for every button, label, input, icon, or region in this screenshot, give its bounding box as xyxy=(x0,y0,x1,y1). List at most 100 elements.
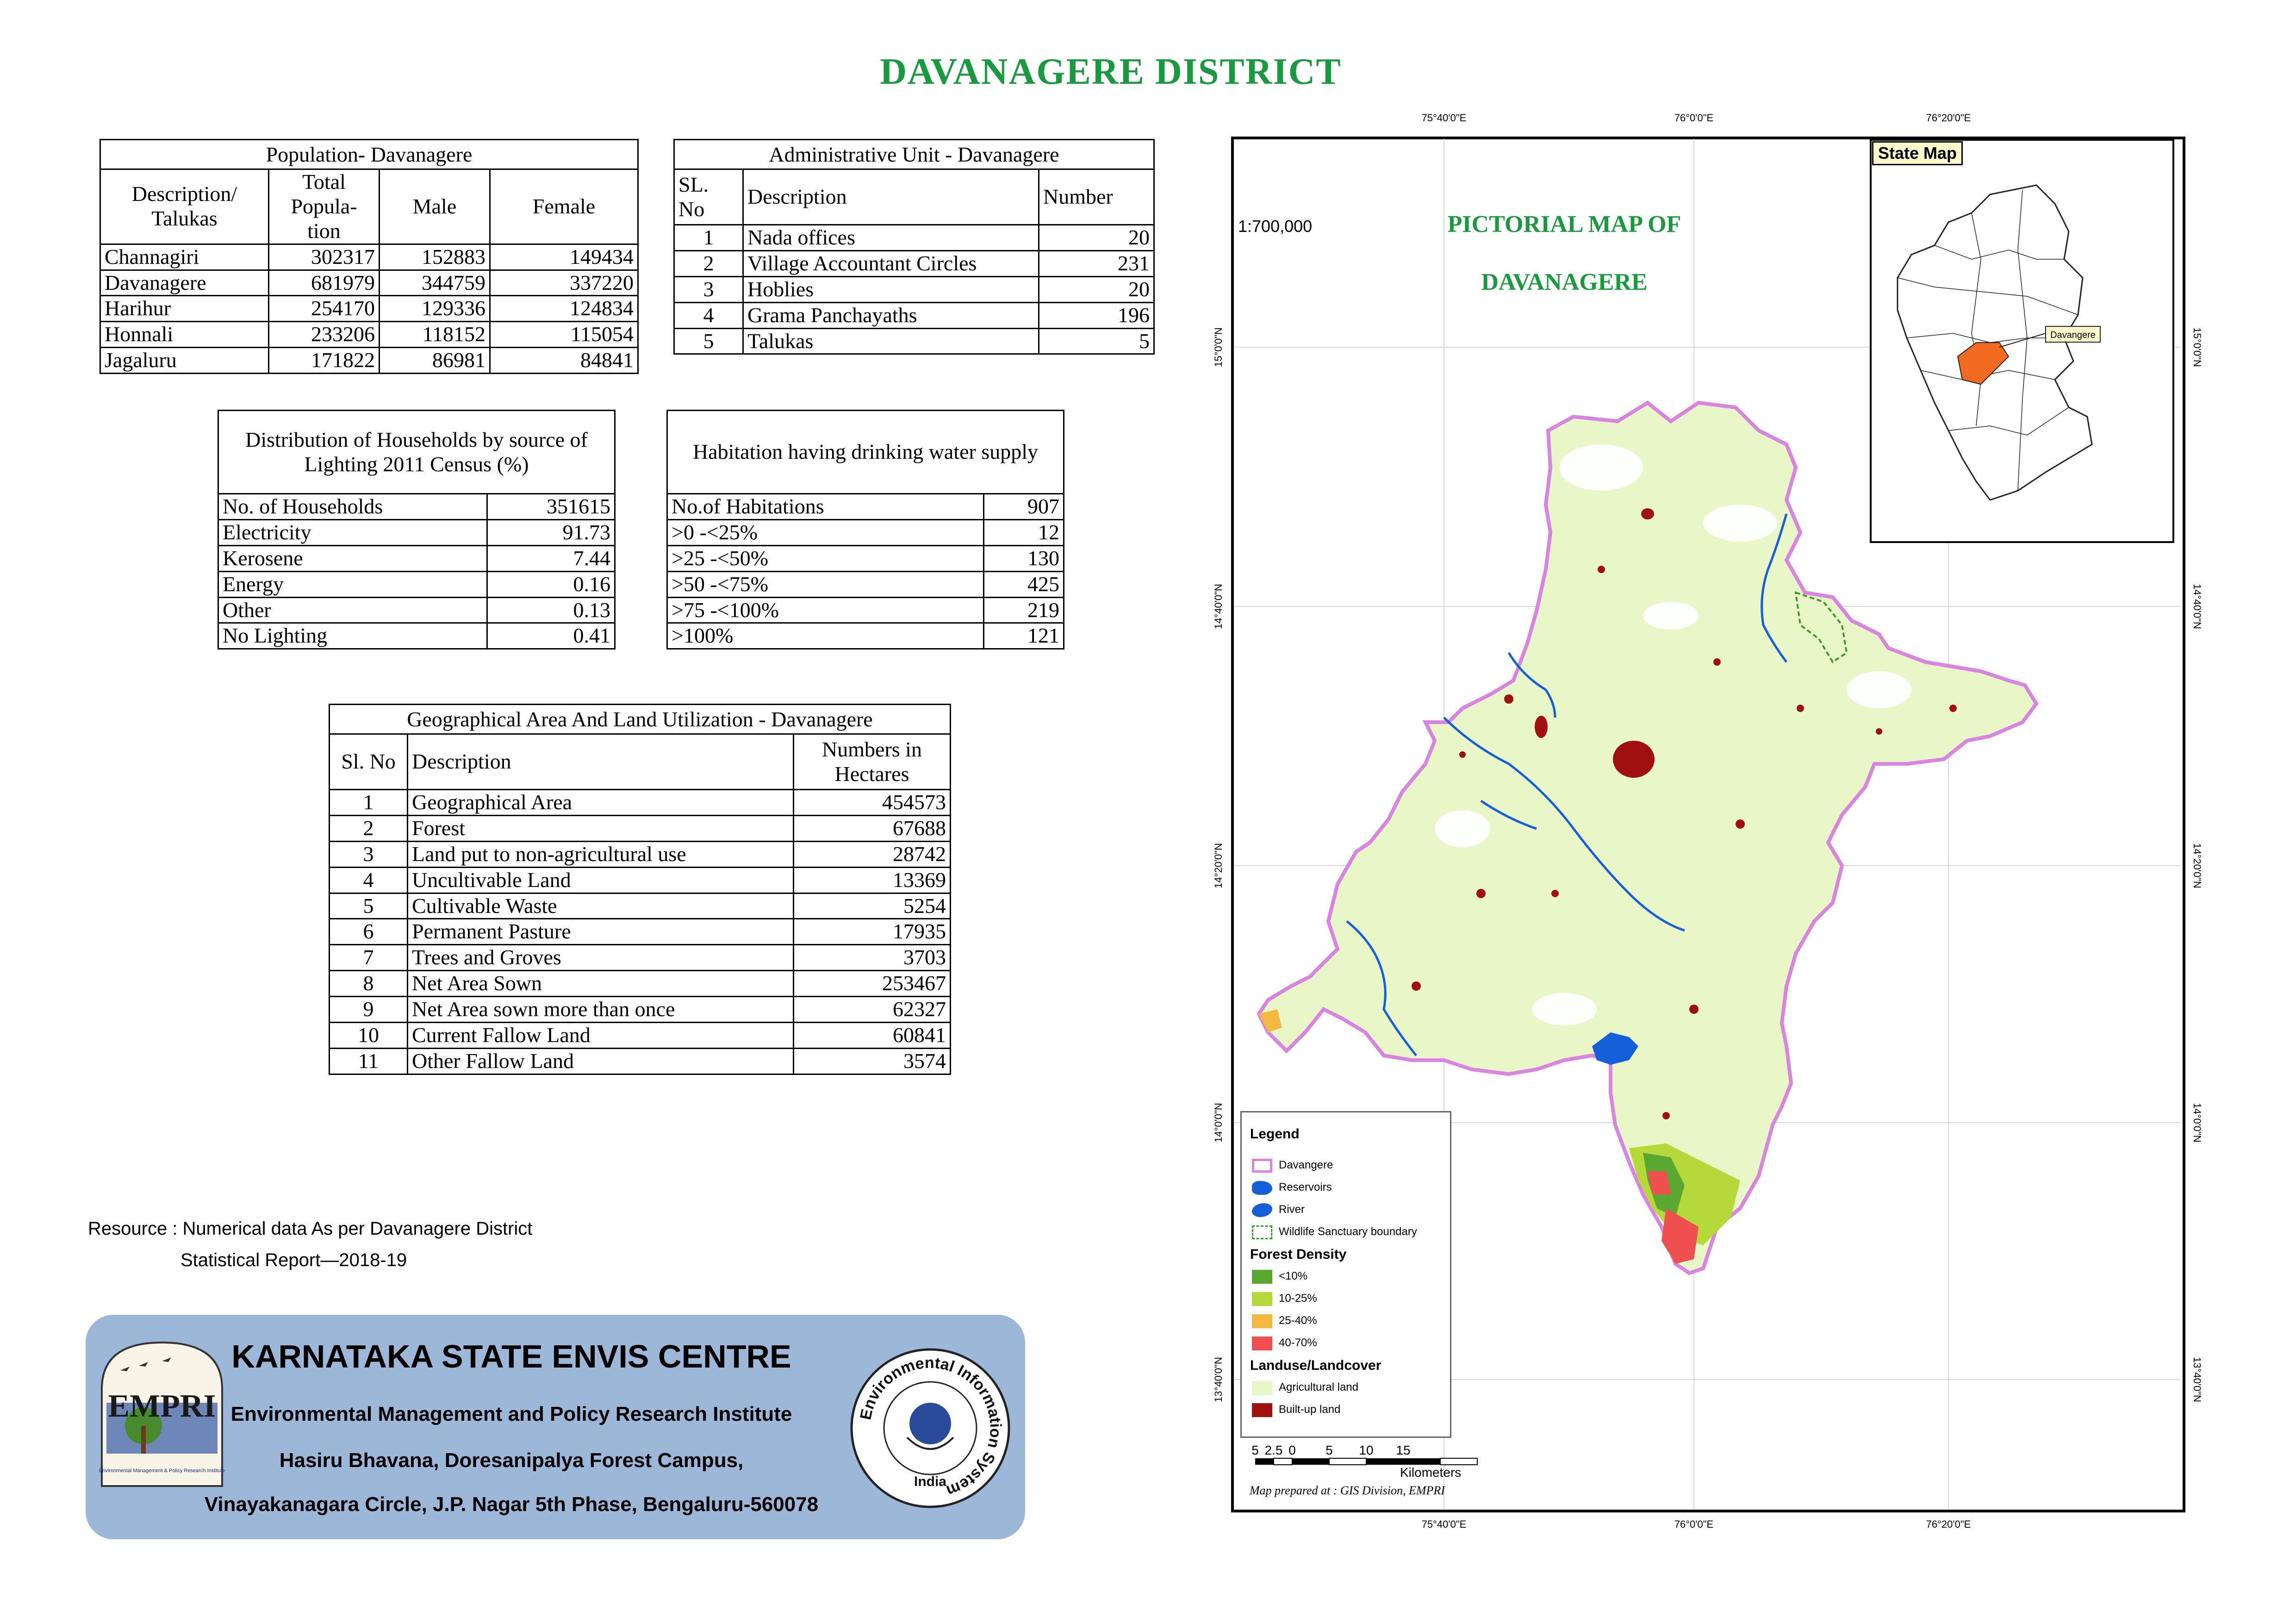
land-row-cell: 10 xyxy=(329,1022,408,1049)
legend-item-forest-10-25: 10-25% xyxy=(1279,1292,1317,1305)
population-row-cell: 302317 xyxy=(268,243,380,271)
land-row: 10 Current Fallow Land 60841 xyxy=(329,1022,951,1049)
land-row-cell: 28742 xyxy=(793,840,951,868)
habitation-row-cell: No.of Habitations xyxy=(666,493,985,520)
population-row-cell: 149434 xyxy=(489,243,639,271)
resource-line1: Resource : Numerical data As per Davanag… xyxy=(88,1218,533,1239)
map-title-line2: DAVANAGERE xyxy=(1481,269,1648,295)
resource-note: Resource : Numerical data As per Davanag… xyxy=(88,1213,532,1276)
admin-row: 4 Grama Panchayaths 196 xyxy=(673,301,1155,329)
habitation-row: >100% 121 xyxy=(666,622,1064,650)
land-row-cell: Other Fallow Land xyxy=(407,1047,794,1075)
legend-forest-title: Forest Density xyxy=(1250,1247,1347,1262)
land-row: 3 Land put to non-agricultural use 28742 xyxy=(329,840,951,868)
legend-item-forest-25-40: 25-40% xyxy=(1279,1314,1317,1327)
land-row-cell: Permanent Pasture xyxy=(407,918,794,946)
land-row-cell: 7 xyxy=(329,944,408,972)
legend-swatch-forest-lt10 xyxy=(1252,1270,1272,1284)
land-row-cell: Trees and Groves xyxy=(407,944,794,972)
population-row-cell: 344759 xyxy=(379,269,491,297)
col-description: Description/ Talukas xyxy=(100,169,269,245)
land-row-cell: 253467 xyxy=(793,970,951,998)
scalebar-tick-3: 5 xyxy=(1325,1443,1333,1457)
lat-right-1: 15°0'0"N xyxy=(2191,327,2203,367)
population-row: Harihur 254170 129336 124834 xyxy=(100,295,639,323)
lon-top-2: 76°0'0"E xyxy=(1674,112,1713,124)
admin-row: 1 Nada offices 20 xyxy=(673,224,1155,251)
land-row-cell: Current Fallow Land xyxy=(407,1022,794,1049)
col-total: Total Popula- tion xyxy=(268,169,380,245)
admin-row-cell: 4 xyxy=(673,301,744,329)
col-female: Female xyxy=(489,169,639,245)
habitation-row-cell: 12 xyxy=(983,518,1064,546)
households-row-cell: 91.73 xyxy=(486,518,616,546)
population-row-cell: Davanagere xyxy=(100,269,269,297)
habitation-table: Habitation having drinking water supply … xyxy=(666,410,1064,650)
scalebar-unit: Kilometers xyxy=(1400,1465,1461,1480)
col-desc: Description xyxy=(742,169,1039,225)
lat-left-2: 14°40'0"N xyxy=(1213,584,1224,629)
lon-top-3: 76°20'0"E xyxy=(1926,112,1971,124)
population-caption: Population- Davanagere xyxy=(100,139,639,169)
land-row-cell: 17935 xyxy=(793,918,951,946)
admin-row-cell: 5 xyxy=(1038,327,1155,355)
population-table: Population- Davanagere Description/ Talu… xyxy=(100,139,639,375)
households-row-cell: Other xyxy=(217,596,488,624)
legend-swatch-reservoir xyxy=(1252,1181,1272,1195)
col-desc: Description xyxy=(407,733,794,790)
population-row-cell: 681979 xyxy=(268,269,380,297)
admin-row-cell: 196 xyxy=(1038,301,1155,329)
households-row-cell: 0.13 xyxy=(486,596,616,624)
population-row: Honnali 233206 118152 115054 xyxy=(100,321,639,349)
admin-row: 2 Village Accountant Circles 231 xyxy=(673,250,1155,277)
land-row-cell: 11 xyxy=(329,1047,408,1075)
land-row: 9 Net Area sown more than once 62327 xyxy=(329,996,951,1024)
legend-swatch-river xyxy=(1252,1203,1272,1217)
scalebar-tick-0: 5 xyxy=(1251,1443,1259,1457)
banner-line3: Vinayakanagara Circle, J.P. Nagar 5th Ph… xyxy=(204,1493,819,1516)
lat-right-5: 13°40'0"N xyxy=(2191,1357,2203,1402)
land-row-cell: 6 xyxy=(329,918,408,946)
habitation-row: >0 -<25% 12 xyxy=(666,518,1064,546)
population-row-cell: 129336 xyxy=(379,295,491,323)
habitation-row-cell: 121 xyxy=(983,622,1064,650)
land-row-cell: 3703 xyxy=(793,944,951,972)
land-row: 6 Permanent Pasture 17935 xyxy=(329,918,951,946)
households-row: Kerosene 7.44 xyxy=(217,544,616,572)
population-row: Davanagere 681979 344759 337220 xyxy=(100,269,639,297)
page-title: DAVANAGERE DISTRICT xyxy=(880,51,1342,92)
map-credit: Map prepared at : GIS Division, EMPRI xyxy=(1250,1484,1445,1497)
households-row: Electricity 91.73 xyxy=(217,518,616,546)
land-row: 1 Geographical Area 454573 xyxy=(329,789,951,816)
legend-item-reservoir: Reservoirs xyxy=(1279,1181,1332,1193)
scalebar-tick-1: 2.5 xyxy=(1265,1443,1283,1457)
land-row-cell: Cultivable Waste xyxy=(407,892,794,920)
scalebar-tick-2: 0 xyxy=(1288,1443,1296,1457)
population-row-cell: 171822 xyxy=(268,347,380,375)
land-row: 8 Net Area Sown 253467 xyxy=(329,970,951,998)
lat-right-3: 14°20'0"N xyxy=(2191,843,2203,888)
lat-left-3: 14°20'0"N xyxy=(1213,843,1224,888)
land-row-cell: Net Area Sown xyxy=(407,970,794,998)
scalebar-tick-4: 10 xyxy=(1359,1443,1373,1457)
habitation-row-cell: >75 -<100% xyxy=(666,596,985,624)
land-row-cell: 1 xyxy=(329,789,408,816)
land-row-cell: 4 xyxy=(329,866,408,894)
population-row-cell: 337220 xyxy=(489,269,639,297)
land-row-cell: Uncultivable Land xyxy=(407,866,794,894)
land-row: 7 Trees and Groves 3703 xyxy=(329,944,951,972)
population-row-cell: 118152 xyxy=(379,321,491,349)
land-row-cell: 60841 xyxy=(793,1022,951,1049)
households-row-cell: 0.16 xyxy=(486,570,616,598)
population-row-cell: 86981 xyxy=(379,347,491,375)
legend-swatch-boundary xyxy=(1252,1159,1272,1173)
households-caption: Distribution of Households by source of … xyxy=(218,410,616,494)
land-row-cell: Net Area sown more than once xyxy=(407,996,794,1024)
scalebar-tick-5: 15 xyxy=(1396,1443,1410,1457)
land-row-cell: 3574 xyxy=(793,1047,951,1075)
envis-logo: Environmental Information System India xyxy=(850,1348,1010,1508)
households-row-cell: 351615 xyxy=(486,493,616,520)
lat-right-4: 14°0'0"N xyxy=(2191,1103,2203,1143)
population-row-cell: 152883 xyxy=(379,243,491,271)
admin-row-cell: Nada offices xyxy=(742,224,1039,251)
